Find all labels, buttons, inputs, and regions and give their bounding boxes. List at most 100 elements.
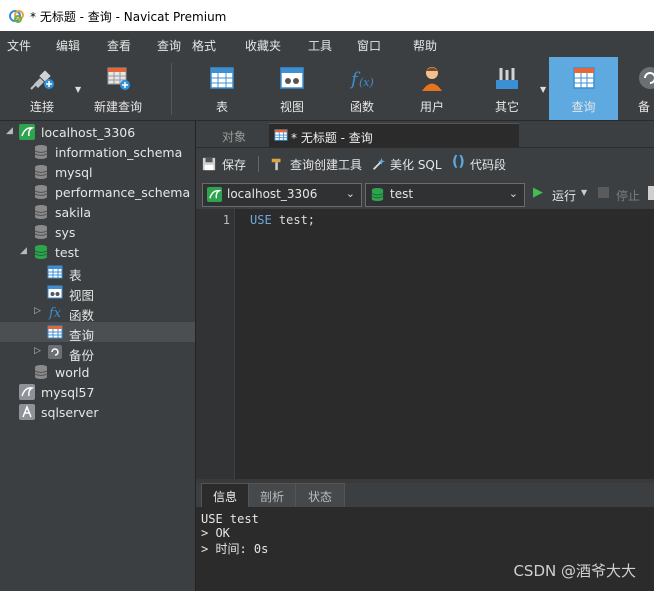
connect-button[interactable]: 连接 <box>10 57 74 120</box>
table-button[interactable]: 表 <box>190 57 254 120</box>
new-query-label: 新建查询 <box>93 100 142 114</box>
query-icon <box>572 67 595 89</box>
title-bar: * 无标题 - 查询 - Navicat Premium <box>0 0 654 31</box>
sqlserver-connection-icon <box>19 404 35 420</box>
menu-query[interactable]: 查询 <box>157 37 181 54</box>
query-label: 查询 <box>571 100 596 114</box>
query-builder-label: 查询创建工具 <box>290 158 363 172</box>
tree-db-sakila[interactable]: sakila <box>0 202 195 222</box>
main-area: 对象 * 无标题 - 查询 保存 查询创建工具 美化 SQL () 代码段 lo… <box>196 121 654 591</box>
tab-profile[interactable]: 剖析 <box>248 483 296 508</box>
new-query-button[interactable]: 新建查询 <box>86 57 150 120</box>
save-label: 保存 <box>222 158 247 172</box>
database-icon <box>34 225 48 239</box>
view-label: 视图 <box>279 100 304 114</box>
beautify-sql-button[interactable]: 美化 SQL <box>371 148 445 180</box>
tree-db-sys[interactable]: sys <box>0 222 195 242</box>
tree-node-backups[interactable]: ▷ 备份 <box>0 342 195 363</box>
connection-selector-bar: localhost_3306 ⌄ test ⌄ ▶ 运行 ▼ 停止 <box>196 179 654 209</box>
menu-window[interactable]: 窗口 <box>357 37 381 54</box>
table-icon <box>210 67 234 89</box>
database-select-value: test <box>390 187 414 201</box>
code-snippet-button[interactable]: () 代码段 <box>452 148 512 180</box>
backup-icon <box>48 345 62 359</box>
view-button[interactable]: 视图 <box>260 57 324 120</box>
tree-db-performance-schema[interactable]: performance_schema <box>0 182 195 202</box>
run-dropdown-icon[interactable]: ▼ <box>581 188 587 197</box>
toolbar-divider <box>258 156 259 172</box>
table-label: 表 <box>215 100 228 114</box>
query-toolbar: 保存 查询创建工具 美化 SQL () 代码段 <box>196 147 654 180</box>
svg-text:fx: fx <box>48 306 62 320</box>
code-snippet-label: 代码段 <box>470 158 507 172</box>
sql-keyword: USE <box>250 213 272 227</box>
tab-objects[interactable]: 对象 <box>198 123 268 147</box>
result-line: > OK <box>201 526 230 540</box>
tree-node-functions[interactable]: ▷ fx 函数 <box>0 302 195 323</box>
tree-conn-mysql57[interactable]: mysql57 <box>0 382 195 402</box>
connect-dropdown-icon[interactable]: ▼ <box>75 85 81 94</box>
code-snippet-icon: () <box>452 154 465 170</box>
tree-db-test[interactable]: ◢ test <box>0 242 195 262</box>
new-query-icon <box>107 67 130 90</box>
line-number: 1 <box>222 213 230 227</box>
save-button[interactable]: 保存 <box>202 148 252 180</box>
sql-code-line[interactable]: USE test; <box>250 213 315 227</box>
tab-status[interactable]: 状态 <box>295 483 345 508</box>
expand-arrow-icon[interactable]: ▷ <box>34 346 41 356</box>
magic-wand-icon <box>373 157 385 170</box>
menu-bar: 文件 编辑 查看 查询 格式 收藏夹 工具 窗口 帮助 <box>0 31 654 57</box>
menu-format[interactable]: 格式 <box>192 37 216 54</box>
function-button[interactable]: f (x) 函数 <box>330 57 394 120</box>
sql-editor[interactable]: 1 USE test; <box>196 209 654 479</box>
explain-icon[interactable] <box>648 186 654 200</box>
collapse-arrow-icon[interactable]: ◢ <box>6 126 13 136</box>
tree-db-mysql[interactable]: mysql <box>0 162 195 182</box>
run-label: 运行 <box>552 189 577 203</box>
tab-label: * 无标题 - 查询 <box>291 131 373 145</box>
plug-icon <box>30 70 54 90</box>
tree-label: sakila <box>55 205 92 220</box>
menu-tools[interactable]: 工具 <box>308 37 332 54</box>
expand-arrow-icon[interactable]: ▷ <box>34 306 41 316</box>
mysql-connection-icon <box>207 187 222 202</box>
hammer-icon <box>271 158 281 171</box>
menu-help[interactable]: 帮助 <box>413 37 437 54</box>
menu-edit[interactable]: 编辑 <box>56 37 80 54</box>
other-button[interactable]: 其它 <box>475 57 539 120</box>
query-button[interactable]: 查询 <box>549 57 618 120</box>
user-button[interactable]: 用户 <box>400 57 464 120</box>
tree-node-queries[interactable]: 查询 <box>0 322 195 343</box>
database-icon <box>34 365 48 379</box>
collapse-arrow-icon[interactable]: ◢ <box>20 246 27 256</box>
tab-label: 对象 <box>222 130 247 144</box>
tab-label: 信息 <box>212 490 237 504</box>
play-icon: ▶ <box>533 185 543 200</box>
function-icon: fx <box>48 306 62 320</box>
editor-tab-bar: 对象 * 无标题 - 查询 <box>196 121 654 148</box>
table-icon <box>47 265 63 279</box>
connection-select[interactable]: localhost_3306 ⌄ <box>202 183 362 207</box>
tab-info[interactable]: 信息 <box>201 483 249 508</box>
tree-db-information-schema[interactable]: information_schema <box>0 142 195 162</box>
other-dropdown-icon[interactable]: ▼ <box>540 85 546 94</box>
line-number-gutter: 1 <box>196 209 235 479</box>
menu-file[interactable]: 文件 <box>7 37 31 54</box>
tree-conn-sqlserver[interactable]: sqlserver <box>0 402 195 422</box>
function-icon: f (x) <box>349 69 374 90</box>
run-button[interactable]: ▶ 运行 ▼ <box>533 183 591 205</box>
database-select[interactable]: test ⌄ <box>365 183 525 207</box>
backup-button[interactable]: 备 <box>630 57 654 120</box>
menu-view[interactable]: 查看 <box>107 37 131 54</box>
tree-conn-localhost[interactable]: ◢ localhost_3306 <box>0 122 195 142</box>
user-icon <box>422 67 442 91</box>
menu-favorites[interactable]: 收藏夹 <box>245 37 281 54</box>
stop-button[interactable]: 停止 <box>598 183 646 205</box>
tab-query[interactable]: * 无标题 - 查询 <box>269 123 519 148</box>
query-builder-button[interactable]: 查询创建工具 <box>270 148 364 180</box>
backup-label: 备 <box>638 100 651 114</box>
tree-node-views[interactable]: 视图 <box>0 282 195 303</box>
tree-node-tables[interactable]: 表 <box>0 262 195 283</box>
tree-db-world[interactable]: world <box>0 362 195 382</box>
function-label: 函数 <box>349 100 374 114</box>
